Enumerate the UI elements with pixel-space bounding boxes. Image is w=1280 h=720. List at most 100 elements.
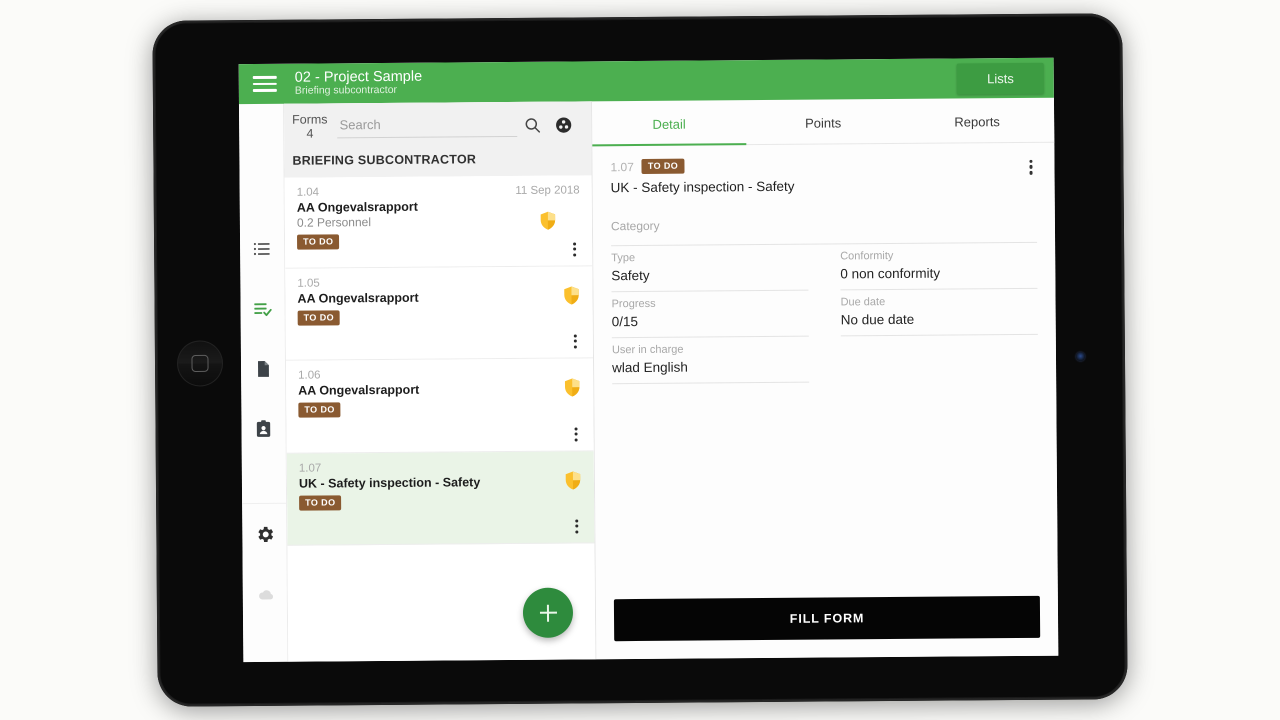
status-badge: TO DO xyxy=(297,310,341,326)
gear-icon xyxy=(257,526,273,542)
forms-counter-value: 4 xyxy=(306,126,314,141)
cloud-icon xyxy=(259,590,273,600)
field-progress-value: 0/15 xyxy=(611,314,639,330)
checklist-icon xyxy=(253,302,272,316)
field-conformity: Conformity 0 non conformity xyxy=(840,242,1038,291)
field-user-value: wlad English xyxy=(612,359,688,376)
list-item-code: 1.07 xyxy=(298,462,322,475)
rail-item-sync[interactable] xyxy=(242,564,287,624)
app-body: Forms 4 Search BRIEFING SUBCONTRACTOR 1.… xyxy=(238,97,1059,663)
contact-card-icon xyxy=(256,420,271,437)
list-item-menu-button[interactable] xyxy=(575,517,579,536)
tab-points[interactable]: Points xyxy=(746,99,900,144)
list-item[interactable]: 1.05 AA Ongevalsrapport TO DO xyxy=(285,266,593,361)
list-item-top: 1.05 AA Ongevalsrapport TO DO xyxy=(297,275,580,326)
list-item-menu-button[interactable] xyxy=(572,240,577,259)
field-row-type-conformity: Type Safety Conformity 0 non conformity xyxy=(611,242,1038,293)
field-type-value: Safety xyxy=(611,267,650,284)
detail-fields: Category Type Safety Conformity 0 non co… xyxy=(593,200,1058,600)
list-item-code: 1.05 xyxy=(297,277,320,290)
tab-reports[interactable]: Reports xyxy=(900,98,1054,143)
forms-list-pane: Forms 4 Search BRIEFING SUBCONTRACTOR 1.… xyxy=(283,101,597,662)
list-item-right xyxy=(563,367,581,397)
screenshot-stage: 02 - Project Sample Briefing subcontract… xyxy=(0,0,1280,720)
app-bar: 02 - Project Sample Briefing subcontract… xyxy=(238,57,1054,105)
field-category-label: Category xyxy=(610,218,660,234)
safety-shield-icon xyxy=(565,471,581,490)
tablet-device-frame: 02 - Project Sample Briefing subcontract… xyxy=(152,13,1128,707)
field-empty-placeholder xyxy=(841,335,1038,383)
forms-counter: Forms 4 xyxy=(292,112,328,141)
rail-item-settings[interactable] xyxy=(242,504,287,564)
detail-tabs: Detail Points Reports xyxy=(591,97,1055,147)
list-item-title: AA Ongevalsrapport xyxy=(297,290,419,306)
field-progress-label: Progress xyxy=(611,297,656,311)
rail-item-contacts[interactable] xyxy=(241,399,286,459)
list-item-code: 1.06 xyxy=(298,369,321,382)
list-item[interactable]: 1.04 AA Ongevalsrapport 0.2 Personnel TO… xyxy=(284,175,593,269)
rail-item-lists[interactable] xyxy=(239,219,284,279)
list-item-top: 1.06 AA Ongevalsrapport TO DO xyxy=(298,367,581,418)
field-user-in-charge: User in charge wlad English xyxy=(611,336,810,385)
field-row-category: Category xyxy=(610,209,1038,247)
search-icon xyxy=(525,117,541,133)
list-item-menu-button[interactable] xyxy=(573,332,577,351)
safety-shield-icon xyxy=(564,378,580,397)
list-item-right xyxy=(562,275,580,305)
safety-shield-icon xyxy=(564,286,579,305)
field-due-date-label: Due date xyxy=(840,296,886,309)
front-camera-icon xyxy=(1075,352,1086,362)
field-conformity-label: Conformity xyxy=(840,250,894,263)
field-row-user: User in charge wlad English xyxy=(611,335,1038,385)
detail-status-badge: TO DO xyxy=(641,158,685,174)
list-item-right: 11 Sep 2018 xyxy=(515,184,580,231)
list-item-menu-button[interactable] xyxy=(574,425,578,444)
field-type: Type Safety xyxy=(611,244,809,293)
safety-shield-icon xyxy=(540,211,555,230)
hamburger-menu-icon[interactable] xyxy=(252,72,277,96)
status-badge: TO DO xyxy=(299,495,342,511)
tab-detail[interactable]: Detail xyxy=(592,100,746,145)
detail-menu-button[interactable] xyxy=(1029,157,1033,177)
detail-header-row: 1.07 TO DO xyxy=(610,156,1036,174)
home-button[interactable] xyxy=(176,340,224,387)
page-title: 02 - Project Sample xyxy=(294,68,423,86)
field-row-progress-duedate: Progress 0/15 Due date No due date xyxy=(611,288,1038,339)
detail-header: 1.07 TO DO UK - Safety inspection - Safe… xyxy=(592,143,1054,204)
list-item-date: 11 Sep 2018 xyxy=(515,184,580,197)
search-row: Forms 4 xyxy=(284,101,591,145)
search-input[interactable] xyxy=(337,112,518,139)
rail-item-documents[interactable] xyxy=(240,339,285,399)
field-user-label: User in charge xyxy=(611,343,684,357)
fill-form-button[interactable]: FILL FORM xyxy=(613,595,1041,642)
field-category: Category xyxy=(610,209,1038,247)
forms-counter-label: Forms xyxy=(292,112,328,127)
group-filter-button[interactable] xyxy=(548,107,579,141)
page-subtitle: Briefing subcontractor xyxy=(294,84,398,97)
lists-button[interactable]: Lists xyxy=(956,62,1044,95)
forms-list-header: Forms 4 Search BRIEFING SUBCONTRACTOR xyxy=(283,101,592,178)
app-bar-titles: 02 - Project Sample Briefing subcontract… xyxy=(295,69,423,98)
status-badge: TO DO xyxy=(298,402,341,418)
field-due-date: Due date No due date xyxy=(840,288,1038,337)
detail-code: 1.07 xyxy=(610,159,634,174)
list-item[interactable]: 1.07 UK - Safety inspection - Safety TO … xyxy=(286,451,595,546)
list-item-right xyxy=(564,460,582,490)
field-type-label: Type xyxy=(611,252,636,265)
group-filter-icon xyxy=(556,116,572,133)
add-form-button[interactable] xyxy=(522,587,574,638)
field-conformity-value: 0 non conformity xyxy=(840,265,941,282)
list-item-title: UK - Safety inspection - Safety xyxy=(298,475,481,491)
document-icon xyxy=(257,361,269,377)
rail-divider xyxy=(241,458,287,505)
rail-item-forms[interactable] xyxy=(240,279,285,339)
device-screen: 02 - Project Sample Briefing subcontract… xyxy=(238,57,1059,663)
list-item[interactable]: 1.06 AA Ongevalsrapport TO DO xyxy=(285,358,594,454)
field-due-date-value: No due date xyxy=(840,311,915,328)
field-progress: Progress 0/15 xyxy=(611,290,809,339)
home-button-square-icon xyxy=(191,354,209,373)
list-item-top: 1.07 UK - Safety inspection - Safety TO … xyxy=(298,460,582,511)
section-title: BRIEFING SUBCONTRACTOR xyxy=(292,152,477,168)
list-item-text: 1.05 AA Ongevalsrapport TO DO xyxy=(297,275,580,326)
search-button[interactable] xyxy=(517,108,548,142)
